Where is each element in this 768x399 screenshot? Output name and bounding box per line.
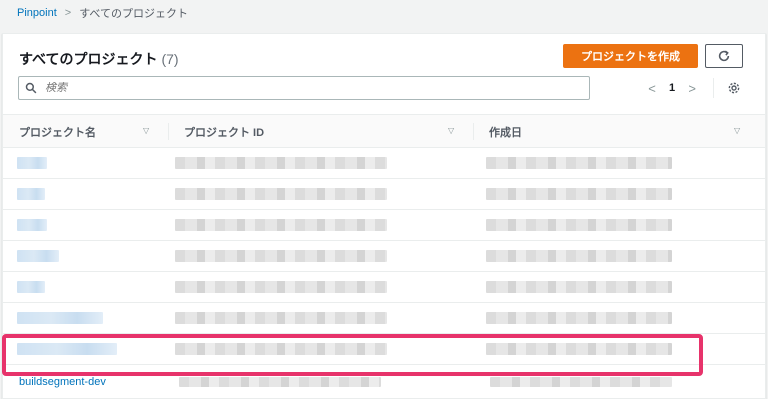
breadcrumb-pinpoint-link[interactable]: Pinpoint — [17, 7, 57, 19]
create-project-button[interactable]: プロジェクトを作成 — [563, 44, 698, 68]
panel-title-text: すべてのプロジェクト — [19, 51, 158, 67]
sort-caret-icon[interactable]: ▽ — [448, 126, 454, 135]
redacted-project-name[interactable] — [17, 250, 59, 262]
redacted-project-id — [175, 188, 387, 200]
column-header-created-date[interactable]: 作成日 — [489, 115, 522, 148]
sort-caret-icon[interactable]: ▽ — [734, 126, 740, 135]
search-box[interactable] — [18, 76, 590, 100]
column-divider[interactable] — [168, 123, 169, 140]
breadcrumb: Pinpoint > すべてのプロジェクト — [17, 5, 188, 21]
page-title: すべてのプロジェクト (7) — [19, 49, 179, 69]
redacted-created-date — [486, 188, 672, 200]
next-page-button[interactable]: > — [683, 81, 701, 96]
pagination-divider — [713, 78, 714, 98]
table-row[interactable] — [3, 303, 765, 334]
column-header-project-name[interactable]: プロジェクト名 — [19, 115, 96, 148]
redacted-created-date — [486, 250, 672, 262]
redacted-created-date — [486, 281, 672, 293]
redacted-project-name[interactable] — [17, 281, 45, 293]
sort-caret-icon[interactable]: ▽ — [143, 126, 149, 135]
project-link-buildsegment-dev[interactable]: buildsegment-dev — [19, 376, 106, 388]
table-row[interactable] — [3, 210, 765, 241]
redacted-project-id — [175, 219, 387, 231]
redacted-project-name[interactable] — [17, 312, 103, 324]
refresh-button[interactable] — [705, 44, 743, 68]
gear-icon — [728, 82, 740, 94]
redacted-created-date — [490, 377, 672, 387]
table-row[interactable] — [3, 241, 765, 272]
table-row[interactable] — [3, 148, 765, 179]
redacted-project-name[interactable] — [17, 219, 47, 231]
redacted-project-id — [175, 281, 387, 293]
column-divider[interactable] — [473, 123, 474, 140]
redacted-project-id — [175, 312, 387, 324]
table-header: プロジェクト名 ▽ プロジェクト ID ▽ 作成日 ▽ — [3, 114, 765, 148]
redacted-project-name[interactable] — [17, 188, 45, 200]
refresh-icon — [718, 50, 730, 62]
redacted-created-date — [486, 219, 672, 231]
column-header-project-id[interactable]: プロジェクト ID — [184, 115, 264, 148]
redacted-project-id — [175, 250, 387, 262]
project-count: (7) — [161, 51, 179, 67]
redacted-project-id — [175, 157, 387, 169]
pagination: < 1 > — [643, 78, 701, 98]
breadcrumb-separator: > — [64, 7, 72, 19]
highlight-annotation — [2, 334, 703, 376]
search-input[interactable] — [45, 82, 565, 94]
redacted-project-name[interactable] — [17, 157, 47, 169]
current-page[interactable]: 1 — [669, 82, 675, 94]
redacted-created-date — [486, 312, 672, 324]
table-row[interactable] — [3, 272, 765, 303]
table-settings-button[interactable] — [726, 80, 742, 96]
prev-page-button[interactable]: < — [643, 81, 661, 96]
table-row[interactable] — [3, 179, 765, 210]
search-icon — [25, 82, 37, 94]
redacted-created-date — [486, 157, 672, 169]
redacted-project-id — [179, 377, 381, 387]
breadcrumb-current: すべてのプロジェクト — [79, 8, 188, 20]
